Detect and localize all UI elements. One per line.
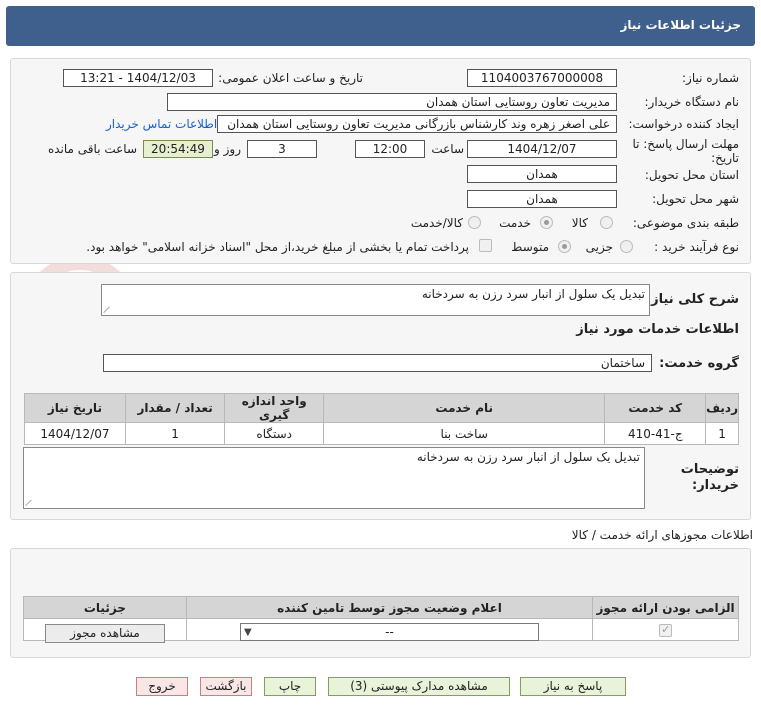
page-header: جزئیات اطلاعات نیاز [6,6,755,46]
deadline-time-value: 12:00 [355,140,425,158]
need-number-value: 1104003767000008 [467,69,617,87]
resize-handle-icon[interactable] [26,498,34,506]
col-quantity-header: تعداد / مقدار [124,393,226,423]
back-button[interactable]: بازگشت [200,677,252,696]
col-row-header: ردیف [705,393,739,423]
reply-to-need-button[interactable]: پاسخ به نیاز [520,677,626,696]
buyer-notes-label: توضیحات خریدار: [680,462,739,493]
print-button[interactable]: چاپ [264,677,316,696]
announce-datetime-value: 1404/12/03 - 13:21 [63,69,213,87]
view-attachments-button[interactable]: مشاهده مدارک پیوستی (3) [328,677,510,696]
general-desc-label: شرح کلی نیاز: [645,292,739,307]
province-label: استان محل تحویل: [644,168,739,182]
treasury-payment-checkbox[interactable] [479,239,492,252]
services-table-header: ردیف کد خدمت نام خدمت واحد اندازه گیری ت… [24,393,739,423]
col-service-code-header: کد خدمت [604,393,707,423]
creator-label: ایجاد کننده درخواست: [628,117,739,131]
process-minor-label: جزیی [585,240,613,254]
buyer-org-label: نام دستگاه خریدار: [644,95,740,109]
deadline-time-label: ساعت [431,142,464,156]
province-value: همدان [467,165,617,183]
cell-unit: دستگاه [224,422,324,445]
city-label: شهر محل تحویل: [652,192,739,206]
days-label: روز و [214,142,241,156]
need-number-label: شماره نیاز: [682,71,739,85]
creator-value: علی اصغر زهره وند کارشناس بازرگانی مدیری… [217,115,617,133]
process-type-label: نوع فرآیند خرید : [654,240,739,254]
cell-service-name: ساخت بنا [322,422,606,445]
cell-service-code: ج-41-410 [604,422,707,445]
remaining-time-value: 20:54:49 [143,140,213,158]
buyer-notes-field[interactable]: تبدیل یک سلول از انبار سرد رزن به سردخان… [23,447,645,509]
category-goods-label: کالا [571,216,588,230]
col-need-date-header: تاریخ نیاز [24,393,126,423]
service-group-label: گروه خدمت: [659,356,739,371]
services-info-heading: اطلاعات خدمات مورد نیاز [576,322,739,337]
general-desc-text: تبدیل یک سلول از انبار سرد رزن به سردخان… [421,287,645,301]
city-value: همدان [467,190,617,208]
resize-handle-icon[interactable] [104,305,112,313]
col-service-name-header: نام خدمت [322,393,606,423]
permits-table-header: الزامی بودن ارائه مجوز اعلام وضعیت مجوز … [23,596,739,619]
permit-status-value: -- [385,625,394,639]
col-permit-details-header: جزئیات [23,596,187,619]
category-goods-radio[interactable] [600,216,613,229]
buyer-notes-text: تبدیل یک سلول از انبار سرد رزن به سردخان… [416,450,640,464]
exit-button[interactable]: خروج [136,677,188,696]
category-service-radio[interactable] [540,216,553,229]
process-minor-radio[interactable] [620,240,633,253]
cell-need-date: 1404/12/07 [24,422,126,445]
remaining-days-value: 3 [247,140,317,158]
deadline-date-value: 1404/12/07 [467,140,617,158]
process-medium-radio[interactable] [558,240,571,253]
category-goods-service-radio[interactable] [468,216,481,229]
page-title: جزئیات اطلاعات نیاز [620,18,741,32]
category-service-label: خدمت [499,216,531,230]
general-desc-field[interactable]: تبدیل یک سلول از انبار سرد رزن به سردخان… [101,284,650,316]
cell-permit-required [592,618,739,641]
services-table: ردیف کد خدمت نام خدمت واحد اندازه گیری ت… [24,393,739,445]
col-permit-required-header: الزامی بودن ارائه مجوز [592,596,739,619]
buyer-contact-link[interactable]: اطلاعات تماس خریدار [106,117,217,131]
permit-required-checkbox [659,623,673,637]
category-goods-service-label: کالا/خدمت [410,216,463,230]
announce-datetime-label: تاریخ و ساعت اعلان عمومی: [218,71,363,85]
cell-quantity: 1 [124,422,226,445]
buyer-org-value: مدیریت تعاون روستایی استان همدان [167,93,617,111]
remaining-time-label: ساعت باقی مانده [47,142,137,156]
permits-section-title: اطلاعات مجوزهای ارائه خدمت / کالا [571,528,753,542]
col-permit-status-header: اعلام وضعیت مجوز توسط تامین کننده [185,596,594,619]
deadline-label: مهلت ارسال پاسخ: تا تاریخ: [632,137,739,165]
cell-row: 1 [705,422,739,445]
process-medium-label: متوسط [511,240,549,254]
treasury-payment-note: پرداخت تمام یا بخشی از مبلغ خرید،از محل … [86,240,469,254]
service-group-value: ساختمان [103,354,652,372]
category-label: طبقه بندی موضوعی: [632,216,739,230]
col-unit-header: واحد اندازه گیری [224,393,324,423]
table-row: 1 ج-41-410 ساخت بنا دستگاه 1 1404/12/07 [24,422,739,445]
permit-status-select[interactable]: ▼ -- [240,623,539,641]
view-permit-button[interactable]: مشاهده مجوز [45,624,165,643]
